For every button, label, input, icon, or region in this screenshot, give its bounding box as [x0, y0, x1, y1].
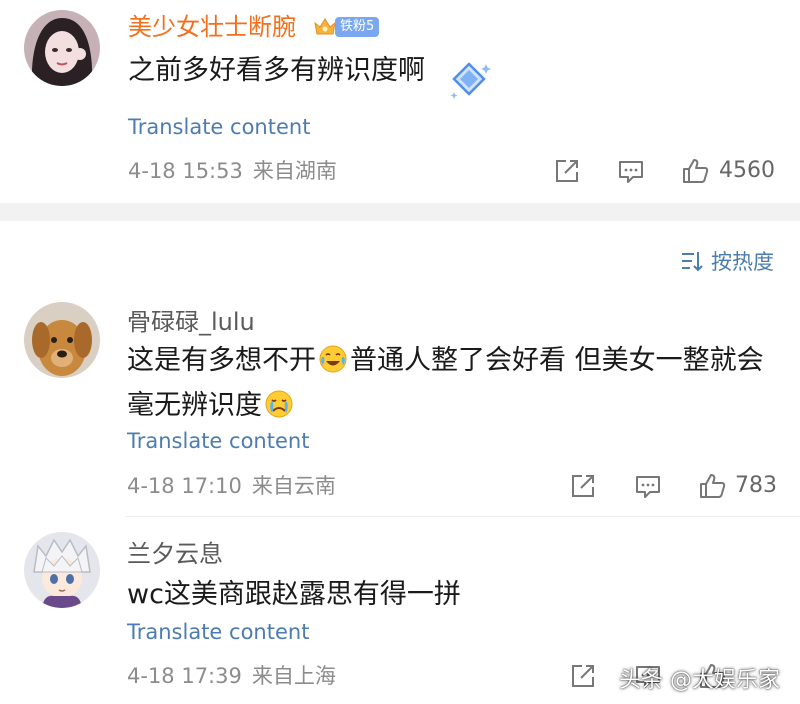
comment-text-segment: 普通人整了会好看 但美女一整就会 — [350, 345, 764, 376]
comment-icon[interactable] — [633, 471, 663, 501]
like-icon[interactable] — [697, 471, 727, 501]
comment-text: 这是有多想不开 普通人整了会好看 但美女一整就会 毫无辨识度 — [127, 338, 787, 428]
watermark: 头条 @大娱乐家 — [619, 668, 780, 693]
fan-level-label: 铁粉5 — [335, 17, 380, 37]
crying-emoji-icon — [265, 390, 293, 418]
like-count: 4560 — [719, 158, 775, 183]
avatar[interactable] — [24, 532, 100, 608]
diamond-sticker-icon — [450, 62, 491, 99]
comment-text-segment: 毫无辨识度 — [127, 390, 262, 421]
comment-meta: 4-18 17:10 来自云南 — [127, 472, 336, 500]
like-icon[interactable] — [680, 156, 710, 186]
avatar[interactable] — [24, 10, 100, 86]
username[interactable]: 骨碌碌_lulu — [127, 307, 255, 337]
fan-badge[interactable]: 铁粉5 — [312, 14, 380, 40]
username[interactable]: 美少女壮士断腕 — [128, 12, 296, 42]
sort-icon — [682, 252, 703, 272]
translate-link[interactable]: Translate content — [127, 427, 309, 455]
user-avatar-image — [24, 532, 100, 608]
translate-link[interactable]: Translate content — [128, 113, 310, 141]
comment-location: 来自云南 — [251, 474, 336, 498]
row-divider — [126, 516, 800, 517]
share-icon[interactable] — [568, 471, 598, 501]
share-icon[interactable] — [552, 156, 582, 186]
sort-by-hot-button[interactable]: 按热度 — [679, 246, 774, 276]
comment-icon[interactable] — [616, 156, 646, 186]
comment-location: 来自上海 — [251, 664, 336, 688]
comment-date: 4-18 17:39 — [127, 664, 242, 688]
comment-date: 4-18 15:53 — [128, 159, 243, 183]
laugh-cry-emoji-icon — [319, 345, 347, 373]
comment-text: wc这美商跟赵露思有得一拼 — [127, 579, 461, 610]
comment-text-line: 毫无辨识度 — [127, 383, 787, 428]
comment-meta: 4-18 15:53 来自湖南 — [128, 157, 337, 185]
comment-date: 4-18 17:10 — [127, 474, 242, 498]
share-icon[interactable] — [568, 661, 598, 691]
comment-item: 美少女壮士断腕 铁粉5 之前多好看多有辨识度啊 Translate conten… — [0, 0, 800, 203]
comment-text: 之前多好看多有辨识度啊 — [128, 55, 425, 86]
sort-label: 按热度 — [711, 250, 774, 274]
comment-meta: 4-18 17:39 来自上海 — [127, 662, 336, 690]
comment-location: 来自湖南 — [252, 159, 337, 183]
like-count: 783 — [735, 473, 777, 498]
translate-link[interactable]: Translate content — [127, 618, 309, 646]
username[interactable]: 兰夕云息 — [127, 539, 223, 569]
user-avatar-image — [24, 10, 100, 86]
comment-item: 骨碌碌_lulu 这是有多想不开 普通人整了会好看 但美女一整就会 毫无辨识度 T… — [0, 290, 800, 515]
comment-text-line: 这是有多想不开 普通人整了会好看 但美女一整就会 — [127, 338, 787, 383]
user-avatar-image — [24, 302, 100, 378]
comment-text-segment: 这是有多想不开 — [127, 345, 316, 376]
section-divider — [0, 203, 800, 221]
avatar[interactable] — [24, 302, 100, 378]
